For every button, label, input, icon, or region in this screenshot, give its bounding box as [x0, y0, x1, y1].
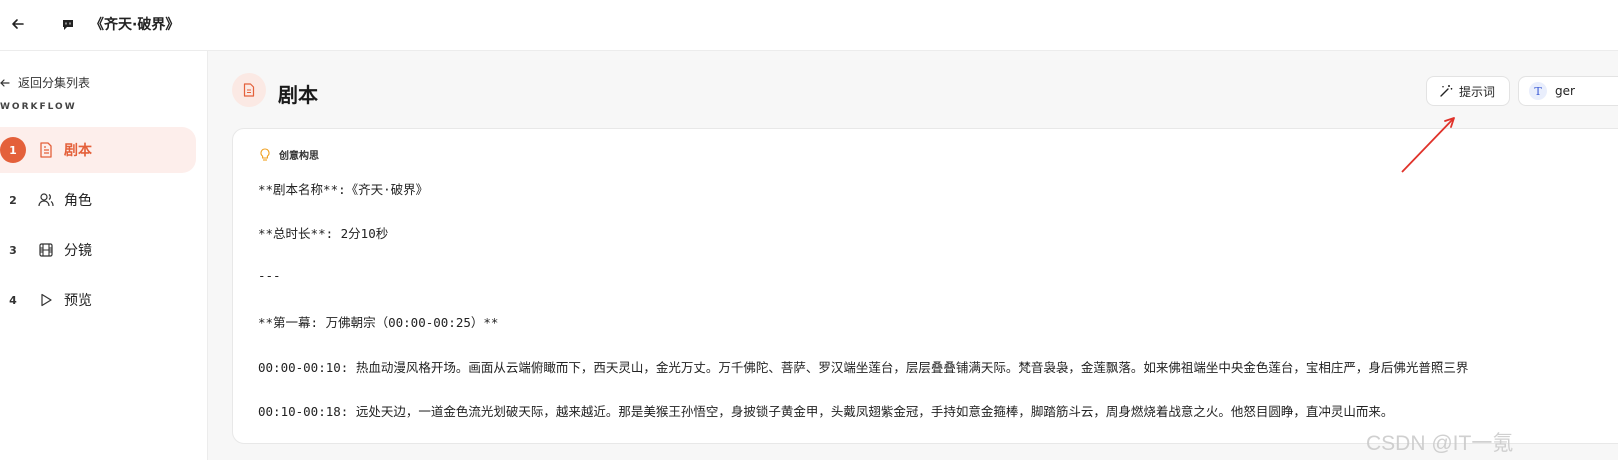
back-link-label: 返回分集列表 — [18, 76, 91, 90]
step-number: 1 — [0, 137, 26, 163]
text-model-icon: T — [1529, 82, 1547, 100]
prompt-button-label: 提示词 — [1459, 84, 1496, 99]
back-to-episodes-link[interactable]: 返回分集列表 — [0, 74, 90, 91]
lightbulb-icon — [260, 147, 270, 161]
script-content[interactable]: **剧本名称**:《齐天·破界》 **总时长**: 2分10秒 --- **第一… — [258, 179, 1618, 445]
chat-bubble-icon — [61, 17, 75, 31]
workflow-label: WORKFLOW — [0, 102, 77, 112]
nav-item-storyboard[interactable]: 3 分镜 — [0, 227, 196, 273]
nav-item-label: 角色 — [64, 193, 92, 209]
magic-wand-icon — [1440, 85, 1453, 97]
back-arrow-icon[interactable] — [6, 12, 30, 36]
step-number: 2 — [9, 193, 17, 207]
project-title: 《齐天·破界》 — [90, 17, 180, 33]
step-number: 4 — [9, 293, 17, 307]
prompt-button[interactable]: 提示词 — [1426, 76, 1510, 106]
script-line: **第一幕: 万佛朝宗（00:00-00:25）** — [258, 315, 499, 331]
annotation-arrow — [1401, 117, 1455, 173]
card-title: 创意构思 — [279, 151, 319, 162]
nav-item-label: 预览 — [64, 293, 92, 309]
top-bar: 《齐天·破界》 — [0, 0, 1618, 51]
film-icon — [38, 242, 54, 258]
script-card: 创意构思 **剧本名称**:《齐天·破界》 **总时长**: 2分10秒 ---… — [232, 128, 1618, 444]
script-line: **剧本名称**:《齐天·破界》 — [258, 182, 429, 197]
nav-item-preview[interactable]: 4 预览 — [0, 277, 196, 323]
model-select-label: ger — [1555, 84, 1575, 98]
card-header: 创意构思 — [259, 147, 319, 162]
nav-item-label: 分镜 — [64, 243, 92, 259]
play-icon — [38, 292, 54, 308]
model-select-button[interactable]: T ger — [1518, 76, 1618, 106]
nav-item-script[interactable]: 1 剧本 — [0, 127, 196, 173]
sidebar: 返回分集列表 WORKFLOW 1 剧本 2 角色 3 分镜 4 预览 — [0, 51, 208, 460]
step-number: 3 — [9, 243, 17, 257]
script-line: --- — [258, 267, 281, 283]
document-icon — [232, 73, 266, 107]
script-line: **总时长**: 2分10秒 — [258, 226, 389, 242]
nav-item-label: 剧本 — [64, 143, 92, 159]
arrow-left-icon — [0, 78, 10, 87]
watermark: CSDN @IT一氪 — [1366, 432, 1514, 455]
users-icon — [38, 192, 54, 208]
nav-item-characters[interactable]: 2 角色 — [0, 177, 196, 223]
script-line: 00:00-00:10: 热血动漫风格开场。画面从云端俯瞰而下，西天灵山，金光万… — [258, 359, 1469, 375]
page-title: 剧本 — [278, 83, 318, 107]
document-icon — [38, 142, 54, 158]
